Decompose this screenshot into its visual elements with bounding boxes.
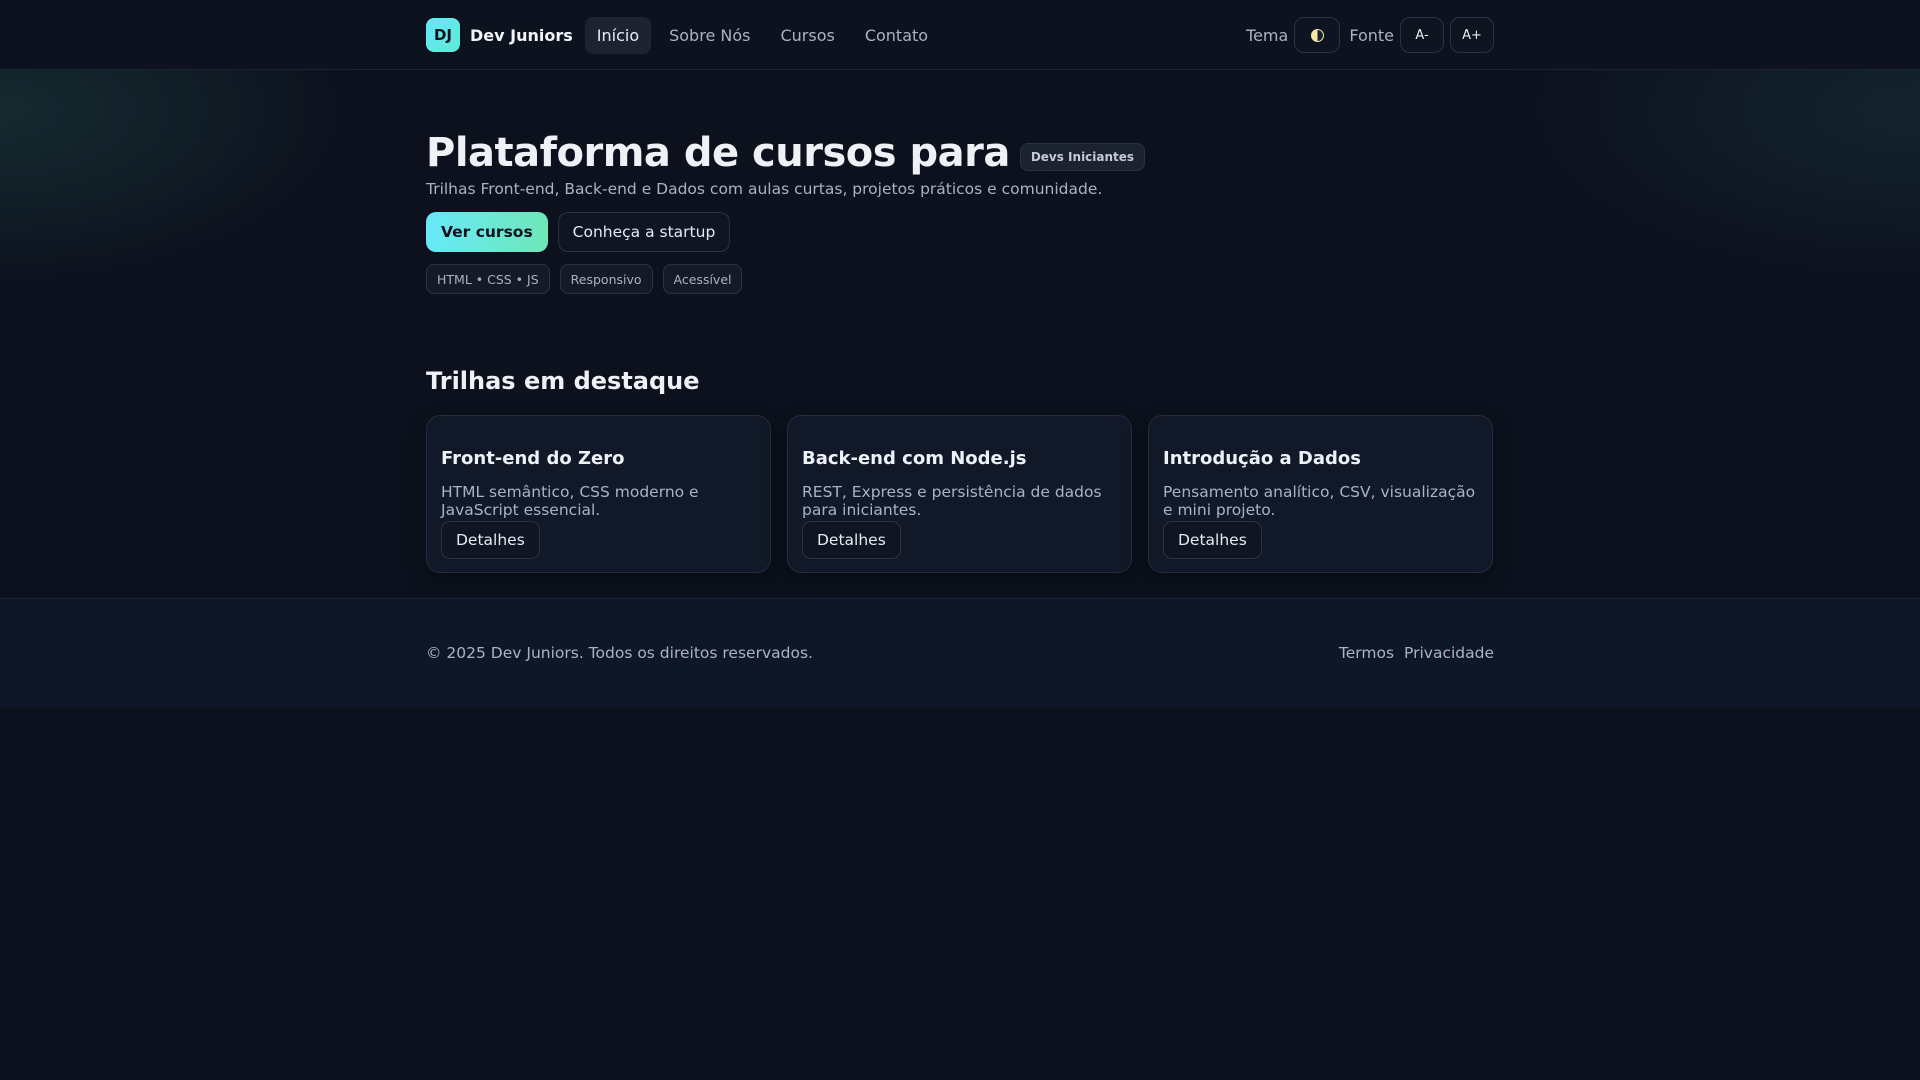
footer-link-termos[interactable]: Termos (1339, 644, 1394, 662)
hero-subtitle: Trilhas Front-end, Back-end e Dados com … (426, 180, 1103, 198)
details-button[interactable]: Detalhes (1163, 521, 1262, 559)
font-increase-button[interactable]: A+ (1450, 17, 1494, 53)
nav-link-cursos[interactable]: Cursos (768, 17, 846, 54)
nav-link-sobre-nos[interactable]: Sobre Nós (657, 17, 762, 54)
font-decrease-button[interactable]: A- (1400, 17, 1444, 53)
card-description: Pensamento analítico, CSV, visualização … (1163, 483, 1476, 519)
hero-tags: HTML • CSS • JS Responsivo Acessível (426, 264, 1494, 294)
copyright-text: © 2025 Dev Juniors. Todos os direitos re… (426, 644, 813, 662)
card-title: Introdução a Dados (1163, 448, 1361, 469)
footer-link-privacidade[interactable]: Privacidade (1404, 644, 1494, 662)
hero-section: Plataforma de cursos para Devs Iniciante… (426, 70, 1494, 294)
main-nav: Início Sobre Nós Cursos Contato (584, 16, 940, 54)
conheca-startup-button[interactable]: Conheça a startup (557, 212, 731, 252)
course-card: Back-end com Node.js REST, Express e per… (787, 415, 1132, 573)
card-title: Back-end com Node.js (802, 448, 1027, 469)
main-content: Plataforma de cursos para Devs Iniciante… (0, 70, 1920, 573)
header-controls: Tema Fonte A- A+ (1246, 17, 1494, 53)
tag: Responsivo (559, 264, 653, 294)
site-footer: © 2025 Dev Juniors. Todos os direitos re… (0, 598, 1920, 708)
tag: HTML • CSS • JS (426, 264, 550, 294)
site-header: DJ Dev Juniors Início Sobre Nós Cursos C… (0, 0, 1920, 70)
nav-link-contato[interactable]: Contato (853, 17, 940, 54)
course-cards: Front-end do Zero HTML semântico, CSS mo… (426, 415, 1494, 573)
brand-logo: DJ (426, 18, 460, 52)
course-card: Introdução a Dados Pensamento analítico,… (1148, 415, 1493, 573)
card-description: HTML semântico, CSS moderno e JavaScript… (441, 483, 699, 519)
brand[interactable]: DJ Dev Juniors (426, 18, 573, 52)
hero-title: Plataforma de cursos para (426, 130, 1010, 176)
nav-link-inicio[interactable]: Início (584, 16, 652, 54)
tag: Acessível (662, 264, 743, 294)
half-moon-icon (1310, 28, 1324, 42)
theme-toggle-button[interactable] (1294, 17, 1341, 53)
details-button[interactable]: Detalhes (441, 521, 540, 559)
card-description: REST, Express e persistência de dados pa… (802, 483, 1102, 519)
featured-section: Trilhas em destaque Front-end do Zero HT… (426, 367, 1494, 573)
details-button[interactable]: Detalhes (802, 521, 901, 559)
brand-name: Dev Juniors (470, 25, 573, 45)
ver-cursos-button[interactable]: Ver cursos (426, 212, 548, 252)
theme-label: Tema (1246, 25, 1289, 45)
section-title: Trilhas em destaque (426, 367, 700, 395)
hero-actions: Ver cursos Conheça a startup (426, 212, 1494, 252)
course-card: Front-end do Zero HTML semântico, CSS mo… (426, 415, 771, 573)
hero-badge: Devs Iniciantes (1019, 143, 1146, 171)
font-label: Fonte (1349, 25, 1394, 45)
card-title: Front-end do Zero (441, 448, 625, 469)
footer-links: Termos Privacidade (1339, 644, 1494, 662)
